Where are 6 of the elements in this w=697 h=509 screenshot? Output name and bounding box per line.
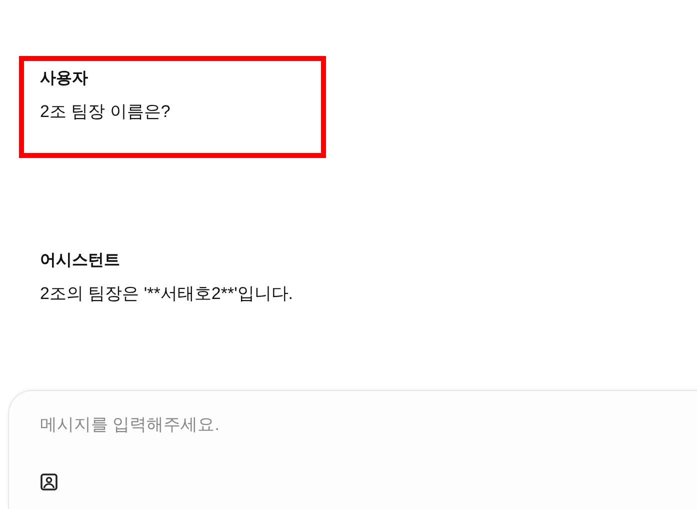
message-text: 2조 팀장 이름은? <box>40 101 172 123</box>
message-text: 2조의 팀장은 '**서태호2**'입니다. <box>40 283 294 305</box>
message-input[interactable]: 메시지를 입력해주세요. <box>40 415 695 435</box>
image-upload-icon[interactable] <box>40 473 58 491</box>
sender-label: 사용자 <box>40 69 89 89</box>
sender-label: 어시스턴트 <box>40 251 121 271</box>
